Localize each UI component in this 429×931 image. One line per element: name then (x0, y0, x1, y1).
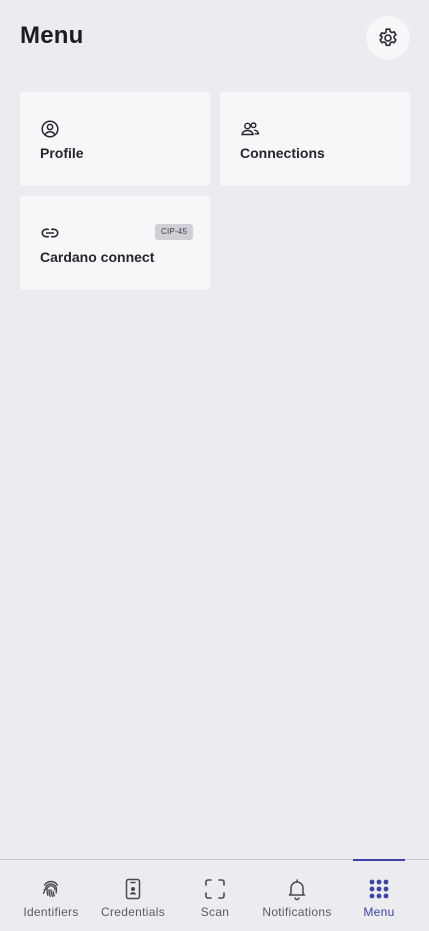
tab-notifications[interactable]: Notifications (256, 860, 338, 931)
cardano-connect-card-label: Cardano connect (40, 249, 155, 265)
profile-card[interactable]: Profile (20, 92, 210, 186)
tab-menu-label: Menu (363, 905, 395, 919)
people-icon (241, 122, 260, 136)
gear-icon (379, 28, 397, 47)
tab-identifiers-label: Identifiers (23, 905, 79, 919)
scan-frame-icon (205, 879, 225, 899)
page-title: Menu (20, 22, 84, 49)
connections-card-label: Connections (240, 145, 325, 161)
grid-dots-icon (369, 879, 389, 899)
tab-notifications-label: Notifications (262, 905, 332, 919)
tab-credentials[interactable]: Credentials (92, 860, 174, 931)
connections-card[interactable]: Connections (220, 92, 410, 186)
cip45-badge: CIP-45 (155, 224, 194, 240)
tab-scan-label: Scan (200, 905, 230, 919)
cardano-connect-card[interactable]: CIP-45 Cardano connect (20, 196, 210, 290)
fingerprint-icon (42, 880, 59, 898)
tab-identifiers[interactable]: Identifiers (10, 860, 92, 931)
menu-screen: Menu Profile Connections CIP-45 Cardano … (0, 0, 429, 931)
active-tab-indicator (353, 859, 405, 861)
bottom-tab-bar: Identifiers Credentials Scan Notificatio… (0, 859, 429, 931)
profile-card-label: Profile (40, 145, 84, 161)
link-icon (41, 228, 59, 238)
header: Menu (0, 0, 429, 80)
id-badge-icon (125, 878, 141, 900)
tab-menu[interactable]: Menu (338, 859, 420, 931)
tab-credentials-label: Credentials (101, 905, 165, 919)
settings-button[interactable] (366, 16, 410, 60)
tab-scan[interactable]: Scan (174, 860, 256, 931)
user-circle-icon (41, 120, 59, 138)
bell-icon (288, 879, 306, 901)
